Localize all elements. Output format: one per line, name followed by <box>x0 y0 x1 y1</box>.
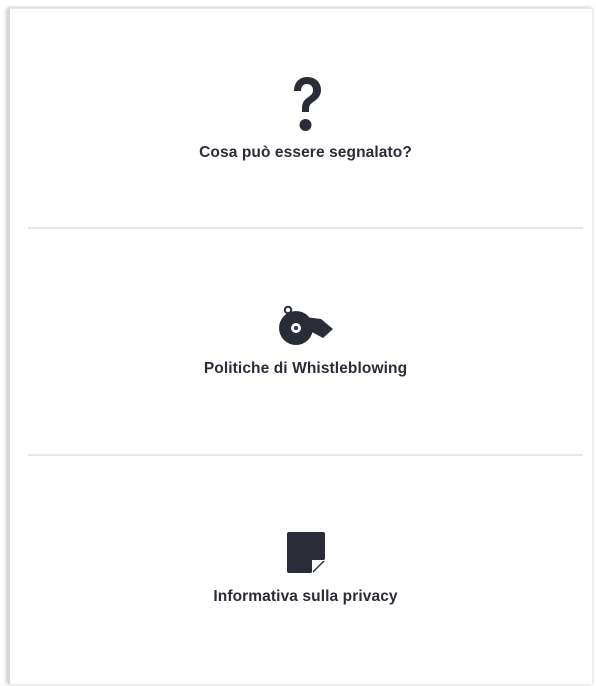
divider <box>28 454 583 456</box>
card-privacy-notice[interactable]: Informativa sulla privacy <box>28 531 583 606</box>
card-whistleblowing-policies[interactable]: Politiche di Whistleblowing <box>28 305 583 378</box>
content-panel: Cosa può essere segnalato? Politiche di … <box>8 8 593 684</box>
card-what-can-be-reported[interactable]: Cosa può essere segnalato? <box>28 75 583 162</box>
whistle-icon <box>277 305 335 347</box>
divider <box>28 227 583 229</box>
sticky-note-icon <box>285 531 327 575</box>
card-label-privacy-notice: Informativa sulla privacy <box>213 588 398 605</box>
card-label-what-can-be-reported: Cosa può essere segnalato? <box>199 144 412 161</box>
card-label-whistleblowing-policies: Politiche di Whistleblowing <box>203 360 408 377</box>
question-mark-icon <box>288 75 324 137</box>
